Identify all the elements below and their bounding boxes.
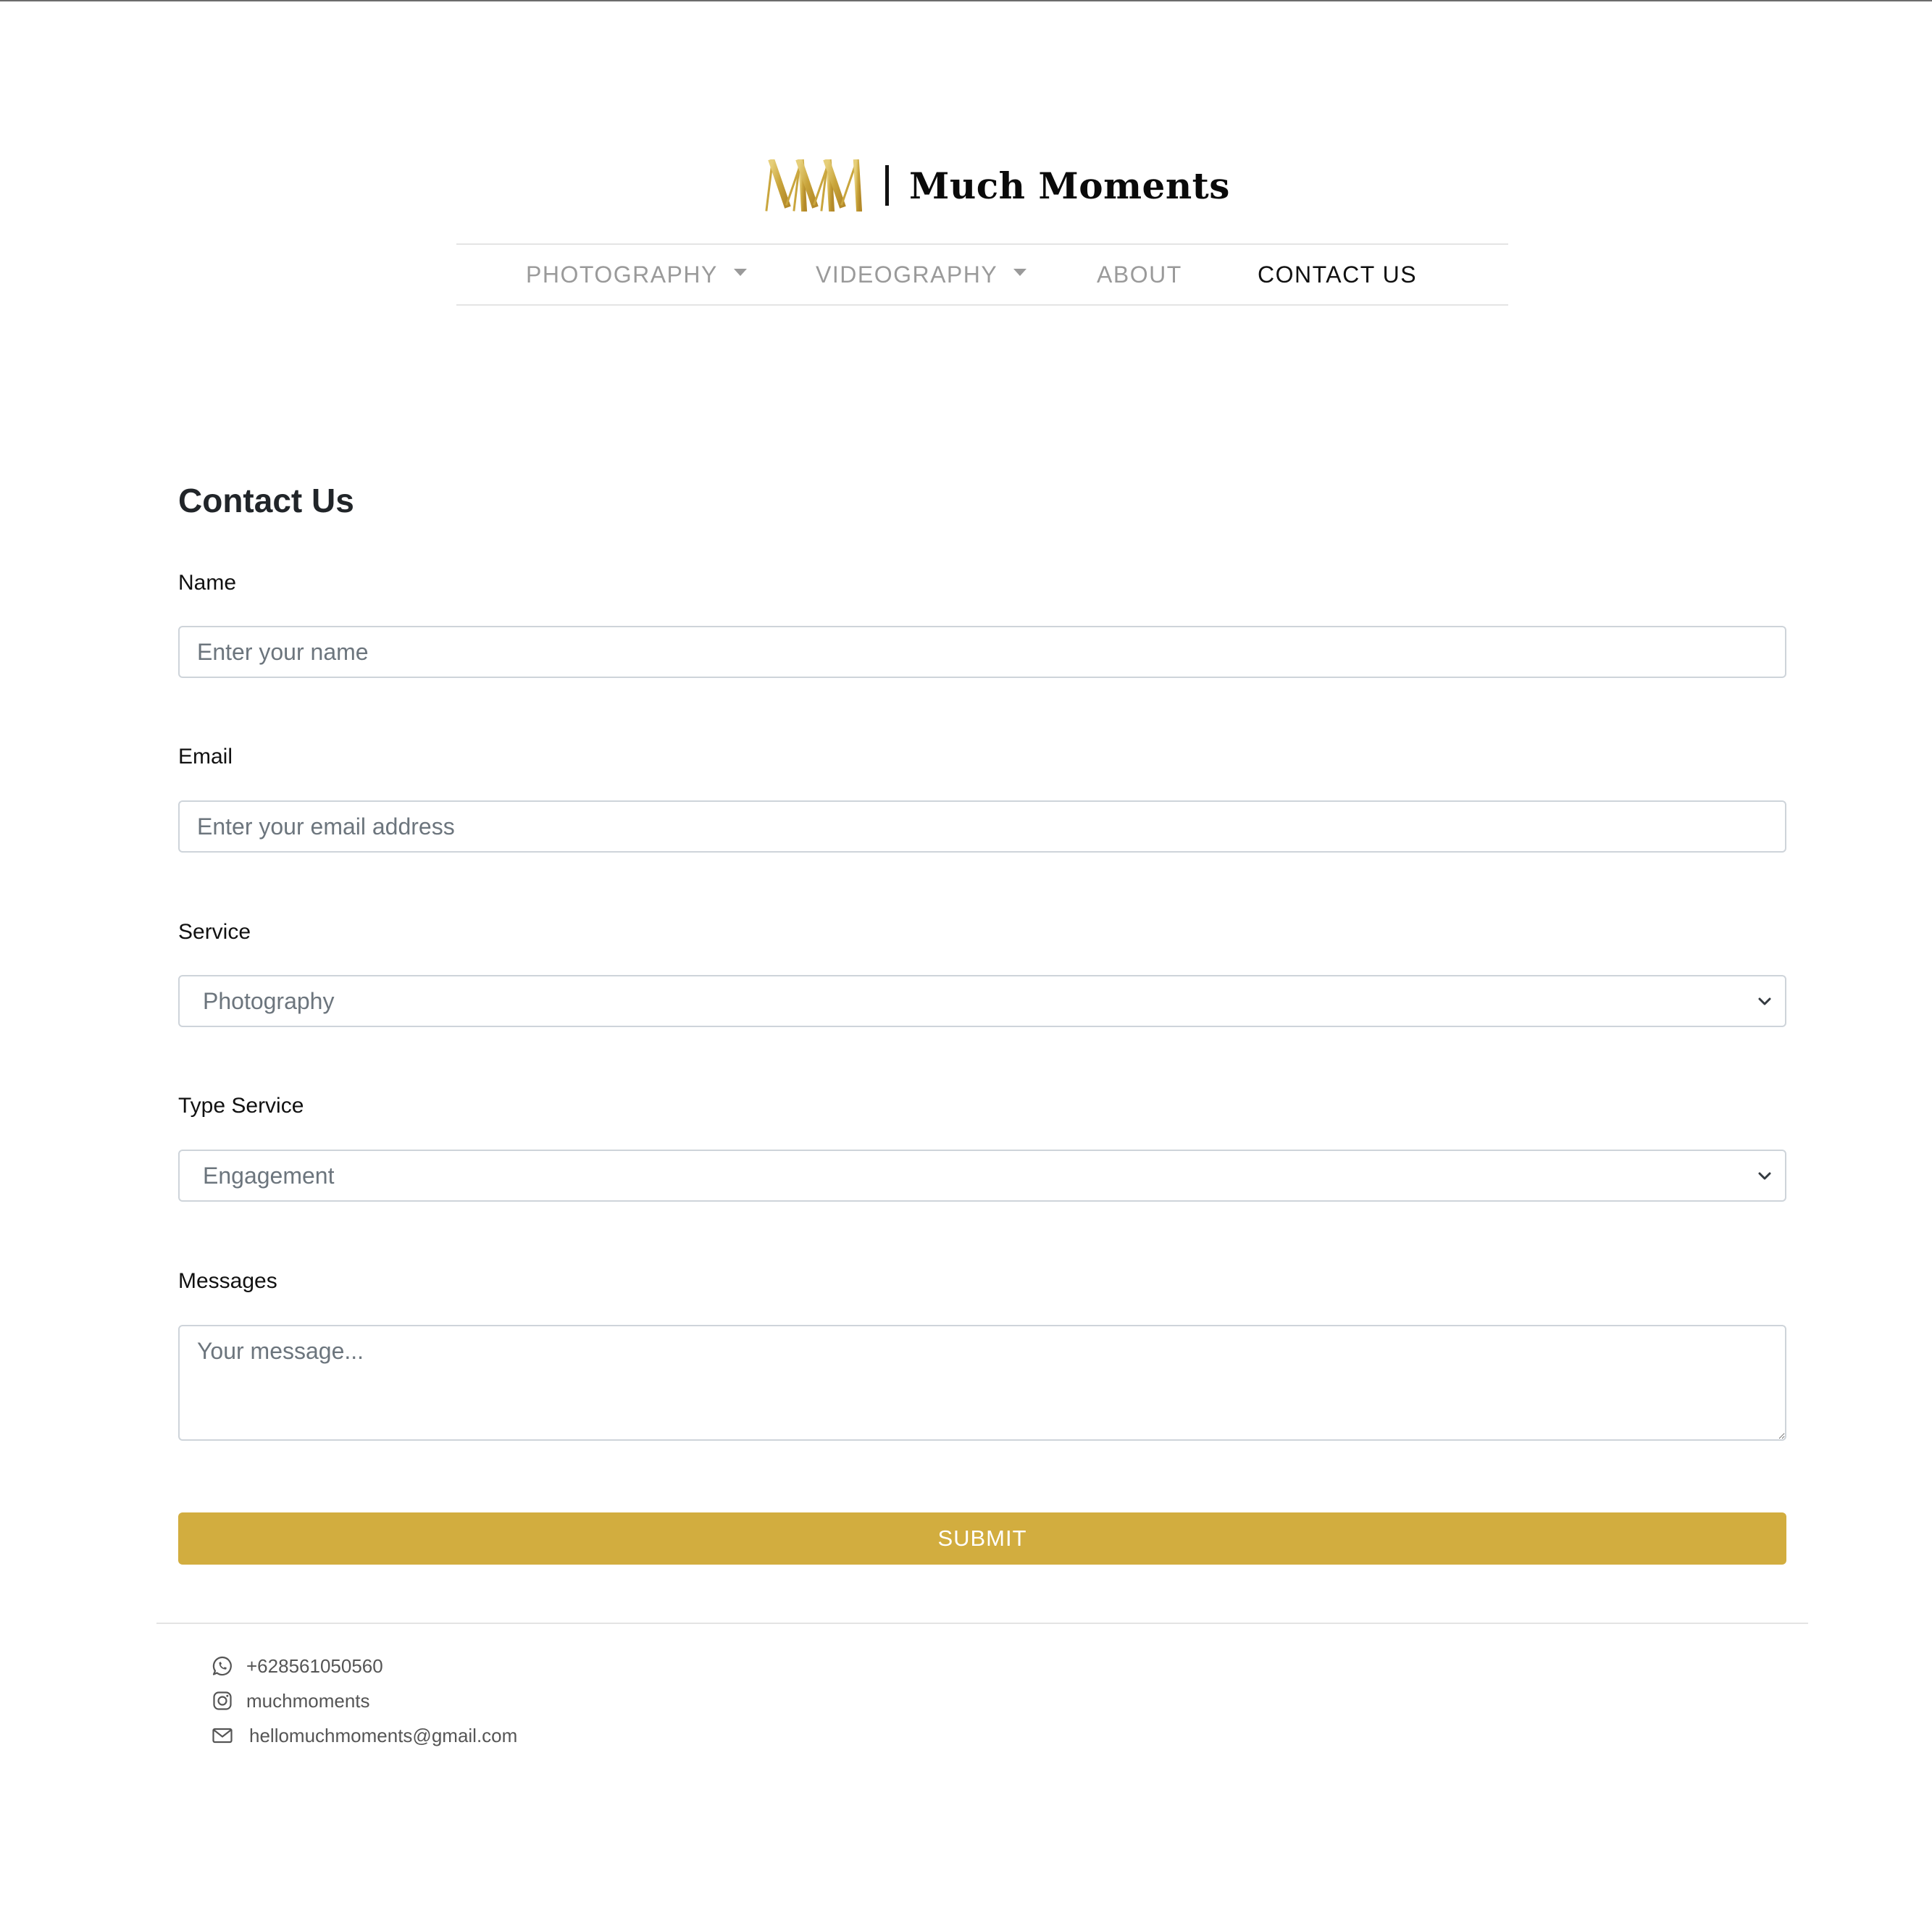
contact-whatsapp[interactable]: +628561050560 bbox=[212, 1653, 383, 1679]
type-service-label: Type Service bbox=[178, 1094, 304, 1118]
caret-down-icon bbox=[733, 269, 747, 276]
main-nav: PHOTOGRAPHY VIDEOGRAPHY ABOUT CONTACT US bbox=[456, 243, 1508, 306]
name-input[interactable] bbox=[178, 626, 1786, 678]
name-label: Name bbox=[178, 571, 237, 595]
contact-instagram[interactable]: muchmoments bbox=[212, 1688, 370, 1714]
messages-label: Messages bbox=[178, 1269, 277, 1293]
brand-divider bbox=[885, 165, 889, 206]
messages-textarea[interactable] bbox=[178, 1325, 1786, 1441]
envelope-icon bbox=[212, 1728, 233, 1744]
mm-monogram-logo-icon bbox=[762, 159, 862, 212]
contact-email-text: hellomuchmoments@gmail.com bbox=[249, 1724, 518, 1746]
page-title: Contact Us bbox=[178, 482, 354, 519]
brand-name: Much Moments bbox=[909, 164, 1230, 207]
service-select[interactable]: Photography bbox=[178, 975, 1786, 1027]
caret-down-icon bbox=[1013, 269, 1027, 276]
nav-item-label: VIDEOGRAPHY bbox=[816, 261, 998, 288]
contact-instagram-text: muchmoments bbox=[246, 1689, 370, 1712]
brand[interactable]: Much Moments bbox=[762, 156, 1230, 214]
chevron-down-icon bbox=[1758, 1172, 1771, 1180]
contact-phone-text: +628561050560 bbox=[246, 1654, 383, 1677]
submit-button[interactable]: SUBMIT bbox=[178, 1512, 1786, 1565]
service-selected-value: Photography bbox=[203, 987, 335, 1014]
email-label: Email bbox=[178, 745, 233, 769]
chevron-down-icon bbox=[1758, 997, 1771, 1005]
nav-item-label: PHOTOGRAPHY bbox=[526, 261, 718, 288]
contact-email[interactable]: hellomuchmoments@gmail.com bbox=[212, 1723, 517, 1749]
nav-item-videography[interactable]: VIDEOGRAPHY bbox=[816, 245, 1027, 304]
email-input[interactable] bbox=[178, 800, 1786, 853]
type-service-select[interactable]: Engagement bbox=[178, 1150, 1786, 1202]
nav-item-contact-us[interactable]: CONTACT US bbox=[1258, 245, 1417, 304]
instagram-icon bbox=[213, 1691, 232, 1710]
nav-item-photography[interactable]: PHOTOGRAPHY bbox=[526, 245, 747, 304]
nav-item-about[interactable]: ABOUT bbox=[1097, 245, 1182, 304]
type-service-selected-value: Engagement bbox=[203, 1162, 335, 1189]
nav-item-label: ABOUT bbox=[1097, 261, 1182, 288]
service-label: Service bbox=[178, 920, 251, 944]
whatsapp-icon bbox=[212, 1656, 232, 1676]
footer-divider bbox=[156, 1623, 1808, 1624]
top-border bbox=[0, 0, 1932, 1]
nav-item-label: CONTACT US bbox=[1258, 261, 1418, 288]
